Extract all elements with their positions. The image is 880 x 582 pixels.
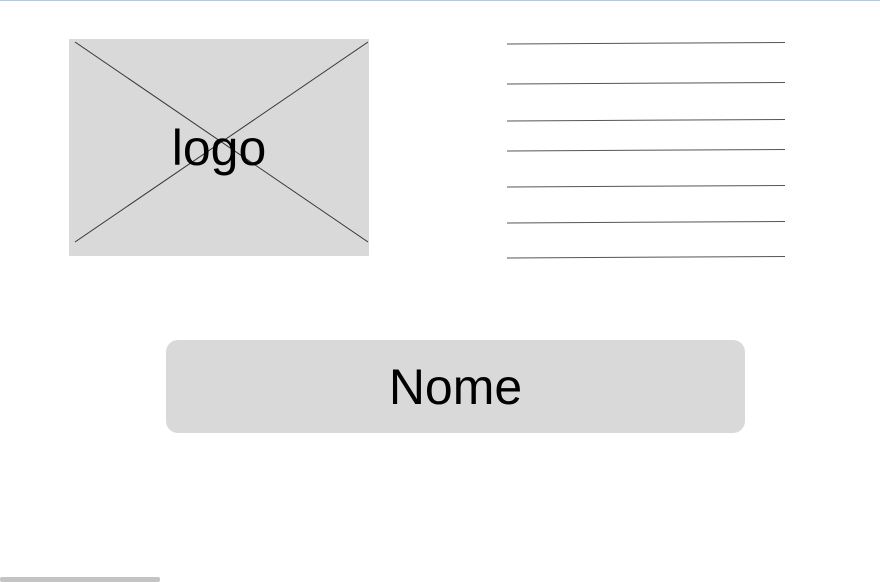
top-border <box>0 0 880 1</box>
text-line <box>506 221 786 224</box>
text-lines-placeholder <box>506 42 786 259</box>
name-label: Nome <box>388 358 523 415</box>
logo-placeholder: logo <box>69 39 369 256</box>
text-line <box>506 185 786 188</box>
name-button[interactable]: Nome <box>166 340 745 433</box>
text-line <box>506 149 786 152</box>
logo-label: logo <box>171 119 267 176</box>
text-line <box>506 256 786 259</box>
horizontal-scrollbar[interactable] <box>0 577 160 582</box>
text-line <box>506 42 786 45</box>
text-line <box>506 82 786 85</box>
text-line <box>506 119 786 122</box>
